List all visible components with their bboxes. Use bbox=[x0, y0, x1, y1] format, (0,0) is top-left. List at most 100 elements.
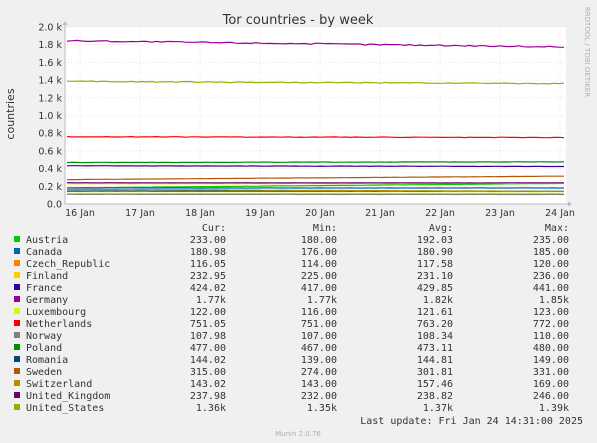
x-tick-label: 18 Jan bbox=[185, 208, 215, 219]
legend-max-value: 235.00 bbox=[533, 235, 569, 246]
series-line-poland bbox=[66, 161, 565, 164]
legend-name-netherlands: Netherlands bbox=[26, 319, 92, 330]
legend-max-value: 441.00 bbox=[533, 283, 569, 294]
y-axis-label: countries bbox=[4, 88, 17, 139]
y-tick-label: 0.2 k bbox=[38, 182, 62, 193]
legend-avg-value: 180.90 bbox=[417, 247, 453, 258]
legend-name-sweden: Sweden bbox=[26, 367, 62, 378]
legend-cur-value: 143.02 bbox=[190, 379, 226, 390]
legend-swatch-poland bbox=[14, 344, 20, 350]
legend-min-value: 232.00 bbox=[301, 391, 337, 402]
legend-name-germany: Germany bbox=[26, 295, 68, 306]
legend-max-value: 236.00 bbox=[533, 271, 569, 282]
legend-max-value: 185.00 bbox=[533, 247, 569, 258]
legend-name-luxembourg: Luxembourg bbox=[26, 307, 86, 318]
legend-cur-value: 107.98 bbox=[190, 331, 226, 342]
legend-min-value: 1.35k bbox=[307, 403, 337, 414]
legend-swatch-united-kingdom bbox=[14, 392, 20, 398]
legend-max-value: 1.39k bbox=[539, 403, 569, 414]
legend-min-value: 176.00 bbox=[301, 247, 337, 258]
munin-graph: Tor countries - by week countries RRDTOO… bbox=[0, 0, 597, 443]
legend-swatch-romania bbox=[14, 356, 20, 362]
legend-header-avg: Avg: bbox=[429, 223, 453, 234]
legend-name-finland: Finland bbox=[26, 271, 68, 282]
legend-max-value: 1.85k bbox=[539, 295, 569, 306]
legend-max-value: 480.00 bbox=[533, 343, 569, 354]
legend-max-value: 120.00 bbox=[533, 259, 569, 270]
legend-swatch-canada bbox=[14, 248, 20, 254]
legend-max-value: 149.00 bbox=[533, 355, 569, 366]
legend-avg-value: 231.10 bbox=[417, 271, 453, 282]
legend-swatch-czech-republic bbox=[14, 260, 20, 266]
graph-title: Tor countries - by week bbox=[222, 13, 374, 28]
legend-name-united-states: United_States bbox=[26, 403, 104, 414]
legend-name-canada: Canada bbox=[26, 247, 62, 258]
legend-swatch-luxembourg bbox=[14, 308, 20, 314]
legend-cur-value: 751.05 bbox=[190, 319, 226, 330]
legend-swatch-switzerland bbox=[14, 380, 20, 386]
legend-header-min: Min: bbox=[313, 223, 337, 234]
legend-swatch-netherlands bbox=[14, 320, 20, 326]
legend-swatch-finland bbox=[14, 272, 20, 278]
legend-name-france: France bbox=[26, 283, 62, 294]
legend-min-value: 180.00 bbox=[301, 235, 337, 246]
y-tick-label: 0.6 k bbox=[38, 146, 62, 157]
x-tick-label: 19 Jan bbox=[245, 208, 275, 219]
legend-swatch-norway bbox=[14, 332, 20, 338]
legend-cur-value: 144.02 bbox=[190, 355, 226, 366]
y-tick-label: 2.0 k bbox=[38, 23, 62, 34]
legend-cur-value: 1.36k bbox=[196, 403, 226, 414]
legend-avg-value: 144.81 bbox=[417, 355, 453, 366]
x-tick-label: 16 Jan bbox=[65, 208, 95, 219]
legend-max-value: 246.00 bbox=[533, 391, 569, 402]
legend-max-value: 123.00 bbox=[533, 307, 569, 318]
legend-header-max: Max: bbox=[545, 223, 569, 234]
legend-cur-value: 477.00 bbox=[190, 343, 226, 354]
legend-name-switzerland: Switzerland bbox=[26, 379, 92, 390]
legend-cur-value: 237.98 bbox=[190, 391, 226, 402]
y-tick-label: 1.0 k bbox=[38, 111, 62, 122]
y-tick-label: 1.8 k bbox=[38, 40, 62, 51]
y-tick-label: 0.4 k bbox=[38, 164, 62, 175]
legend-name-romania: Romania bbox=[26, 355, 68, 366]
legend-avg-value: 192.03 bbox=[417, 235, 453, 246]
legend-avg-value: 157.46 bbox=[417, 379, 453, 390]
legend-avg-value: 117.58 bbox=[417, 259, 453, 270]
legend-swatch-france bbox=[14, 284, 20, 290]
legend-swatch-sweden bbox=[14, 368, 20, 374]
legend-min-value: 116.00 bbox=[301, 307, 337, 318]
legend-max-value: 169.00 bbox=[533, 379, 569, 390]
legend-cur-value: 233.00 bbox=[190, 235, 226, 246]
legend-swatch-united-states bbox=[14, 404, 20, 410]
legend-name-poland: Poland bbox=[26, 343, 62, 354]
legend-swatch-austria bbox=[14, 236, 20, 242]
y-tick-label: 1.4 k bbox=[38, 76, 62, 87]
x-tick-label: 17 Jan bbox=[125, 208, 155, 219]
legend-cur-value: 116.05 bbox=[190, 259, 226, 270]
legend-avg-value: 473.11 bbox=[417, 343, 453, 354]
legend-max-value: 331.00 bbox=[533, 367, 569, 378]
series-line-france bbox=[66, 165, 564, 168]
rrdtool-watermark: RRDTOOL / TOBI OETIKER bbox=[583, 7, 591, 97]
y-tick-label: 0.0 bbox=[47, 200, 62, 211]
legend-min-value: 274.00 bbox=[301, 367, 337, 378]
legend-avg-value: 108.34 bbox=[417, 331, 453, 342]
legend-min-value: 1.77k bbox=[307, 295, 337, 306]
legend-avg-value: 301.81 bbox=[417, 367, 453, 378]
legend-name-czech-republic: Czech_Republic bbox=[26, 259, 110, 270]
munin-footer: Munin 2.0.76 bbox=[275, 430, 321, 438]
legend-name-austria: Austria bbox=[26, 235, 68, 246]
legend-avg-value: 121.61 bbox=[417, 307, 453, 318]
legend-avg-value: 429.85 bbox=[417, 283, 453, 294]
legend-cur-value: 1.77k bbox=[196, 295, 226, 306]
legend-cur-value: 424.02 bbox=[190, 283, 226, 294]
plot-area: 0.0 0.2 k 0.4 k 0.6 k 0.8 k 1.0 k 1.2 k 1.4 k 1.… bbox=[38, 21, 575, 219]
legend-cur-value: 315.00 bbox=[190, 367, 226, 378]
legend-avg-value: 1.82k bbox=[423, 295, 453, 306]
legend-cur-value: 122.00 bbox=[190, 307, 226, 318]
legend-name-norway: Norway bbox=[26, 331, 62, 342]
legend-cur-value: 232.95 bbox=[190, 271, 226, 282]
legend-max-value: 772.00 bbox=[533, 319, 569, 330]
legend-max-value: 110.00 bbox=[533, 331, 569, 342]
legend-min-value: 467.00 bbox=[301, 343, 337, 354]
